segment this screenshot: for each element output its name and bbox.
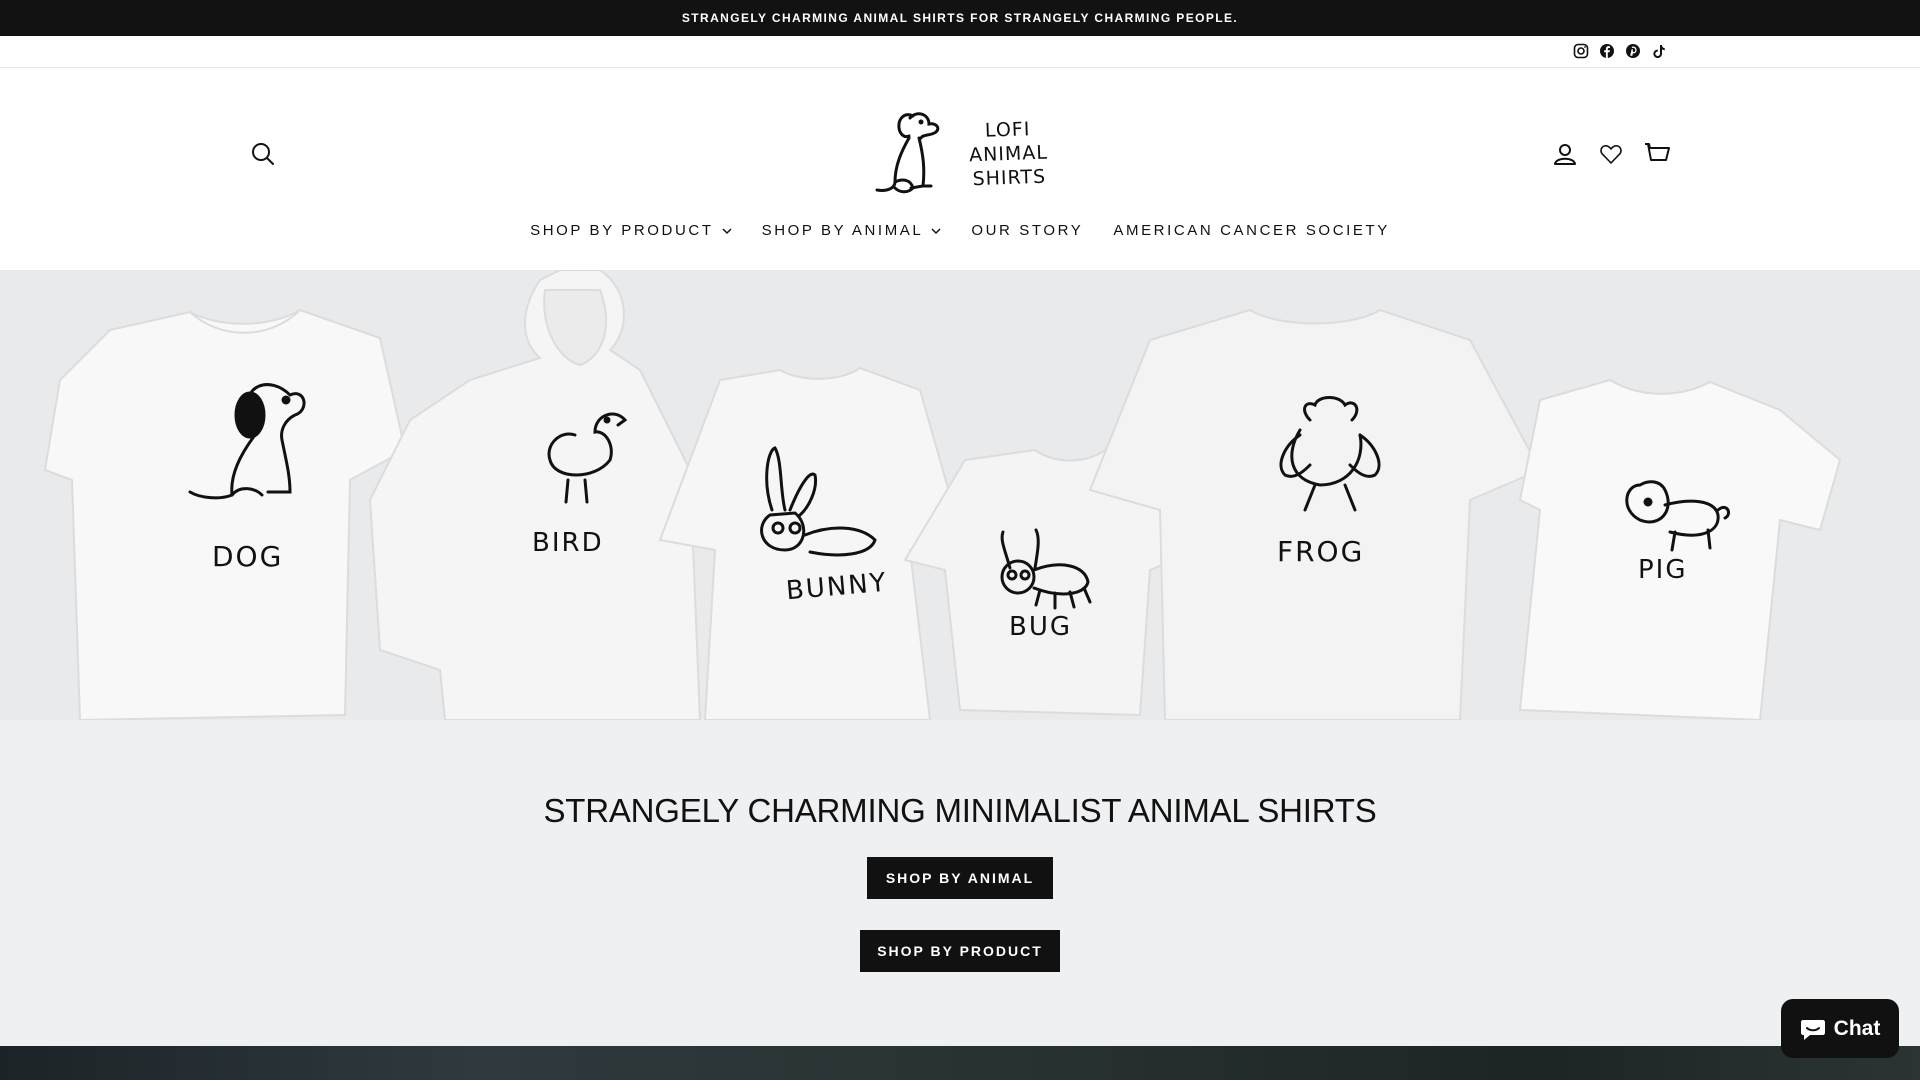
shirt-label-bird: BIRD [532, 528, 604, 558]
tiktok-icon[interactable] [1650, 42, 1668, 60]
promo-heading: STRANGELY CHARMING MINIMALIST ANIMAL SHI… [543, 792, 1377, 829]
header-actions [1551, 140, 1671, 168]
nav-label: SHOP BY PRODUCT [530, 222, 714, 239]
next-section-image [0, 1046, 1920, 1080]
shop-by-product-button[interactable]: SHOP BY PRODUCT [860, 930, 1060, 972]
shirt-label-bug: BUG [1009, 612, 1073, 642]
chevron-down-icon [931, 227, 941, 234]
main-nav: SHOP BY PRODUCT SHOP BY ANIMAL OUR STORY… [0, 222, 1920, 239]
nav-american-cancer-society[interactable]: AMERICAN CANCER SOCIETY [1098, 222, 1405, 239]
shirt-label-dog: DOG [212, 540, 284, 573]
logo-line-3: SHIRTS [972, 165, 1047, 191]
nav-label: SHOP BY ANIMAL [761, 222, 924, 239]
promo-section: STRANGELY CHARMING MINIMALIST ANIMAL SHI… [0, 720, 1920, 1046]
chevron-down-icon [722, 227, 732, 234]
site-logo[interactable]: LOFI ANIMAL SHIRTS [865, 102, 1055, 202]
logo-line-2: ANIMAL [968, 141, 1049, 167]
announcement-bar: STRANGELY CHARMING ANIMAL SHIRTS FOR STR… [0, 0, 1920, 36]
shop-by-animal-button[interactable]: SHOP BY ANIMAL [867, 857, 1053, 899]
chat-button[interactable]: Chat [1781, 999, 1899, 1058]
search-icon[interactable] [249, 140, 277, 168]
instagram-icon[interactable] [1572, 42, 1590, 60]
nav-our-story[interactable]: OUR STORY [956, 222, 1098, 239]
logo-text: LOFI ANIMAL SHIRTS [960, 116, 1057, 191]
cart-icon[interactable] [1643, 140, 1671, 168]
nav-shop-by-animal[interactable]: SHOP BY ANIMAL [747, 222, 957, 239]
heart-icon[interactable] [1597, 140, 1625, 168]
shirts-illustration [43, 270, 1842, 720]
shirt-label-pig: PIG [1638, 555, 1688, 585]
social-icons [1572, 42, 1668, 60]
site-header: LOFI ANIMAL SHIRTS SHOP BY PRODUCT SHOP … [0, 68, 1920, 270]
social-bar [0, 36, 1920, 68]
nav-label: OUR STORY [971, 222, 1084, 239]
nav-label: AMERICAN CANCER SOCIETY [1113, 222, 1390, 239]
facebook-icon[interactable] [1598, 42, 1616, 60]
chat-label: Chat [1833, 1016, 1881, 1040]
logo-line-1: LOFI [984, 118, 1031, 142]
dog-logo-drawing [875, 112, 940, 194]
nav-shop-by-product[interactable]: SHOP BY PRODUCT [515, 222, 746, 239]
shirt-label-frog: FROG [1277, 535, 1365, 568]
pinterest-icon[interactable] [1624, 42, 1642, 60]
chat-bubble-icon [1800, 1019, 1825, 1040]
hero-banner[interactable]: DOG BIRD BUNNY BUG FROG PIG [0, 270, 1920, 720]
announcement-text: STRANGELY CHARMING ANIMAL SHIRTS FOR STR… [681, 11, 1239, 25]
account-icon[interactable] [1551, 140, 1579, 168]
